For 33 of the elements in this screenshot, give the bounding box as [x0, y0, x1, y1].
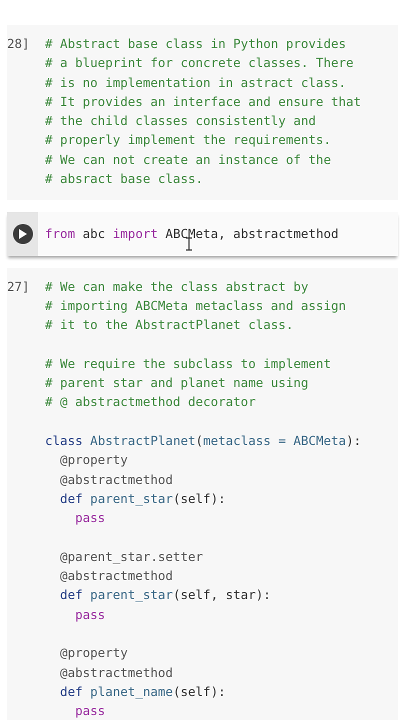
code-line: pass	[74, 606, 106, 624]
code-line: # We can make the class abstract by	[45, 278, 310, 296]
code-line: # a blueprint for concrete classes. There	[45, 54, 355, 72]
execution-count: 28]	[7, 35, 31, 53]
code-line: @parent_star.setter	[59, 548, 204, 566]
code-line: pass	[74, 702, 106, 720]
code-line: # it to the AbstractPlanet class.	[45, 316, 294, 334]
code-line: @property	[59, 451, 129, 470]
code-line: # absract base class.	[45, 170, 204, 188]
code-line: # @ abstractmethod decorator	[45, 393, 257, 412]
code-line: @abstractmethod	[59, 664, 174, 682]
code-line: def parent_star(self):	[59, 490, 227, 508]
code-line: def planet_name(self):	[59, 682, 227, 701]
code-line: # It provides an interface and ensure that	[45, 92, 362, 111]
run-button[interactable]	[12, 224, 32, 244]
code-line: class AbstractPlanet(metaclass = ABCMeta):	[45, 432, 362, 450]
code-line: # is no implementation in astract class.	[45, 74, 348, 92]
code-line: # importing ABCMeta metaclass and assign	[45, 296, 348, 315]
play-icon	[18, 229, 27, 240]
code-line: # We can not create an instance of the	[45, 150, 332, 169]
code-line: @abstractmethod	[59, 567, 174, 586]
code-line: # Abstract base class in Python provides	[45, 35, 348, 53]
code-line: # We require the subclass to implement	[45, 354, 332, 373]
code-line: @property	[59, 644, 129, 662]
code-line: # properly implement the requirements.	[45, 131, 332, 150]
code-line: @abstractmethod	[59, 470, 174, 489]
code-line: # the child classes consistently and	[45, 112, 317, 130]
code-line: from abc import ABCMeta, abstractmethod	[45, 225, 339, 244]
code-line: def parent_star(self, star):	[59, 586, 272, 604]
execution-count: 27]	[7, 278, 31, 296]
code-line: pass	[74, 509, 106, 528]
code-line: # parent star and planet name using	[45, 374, 310, 392]
code-cell[interactable]: from abc import ABCMeta, abstractmethod	[7, 212, 398, 256]
